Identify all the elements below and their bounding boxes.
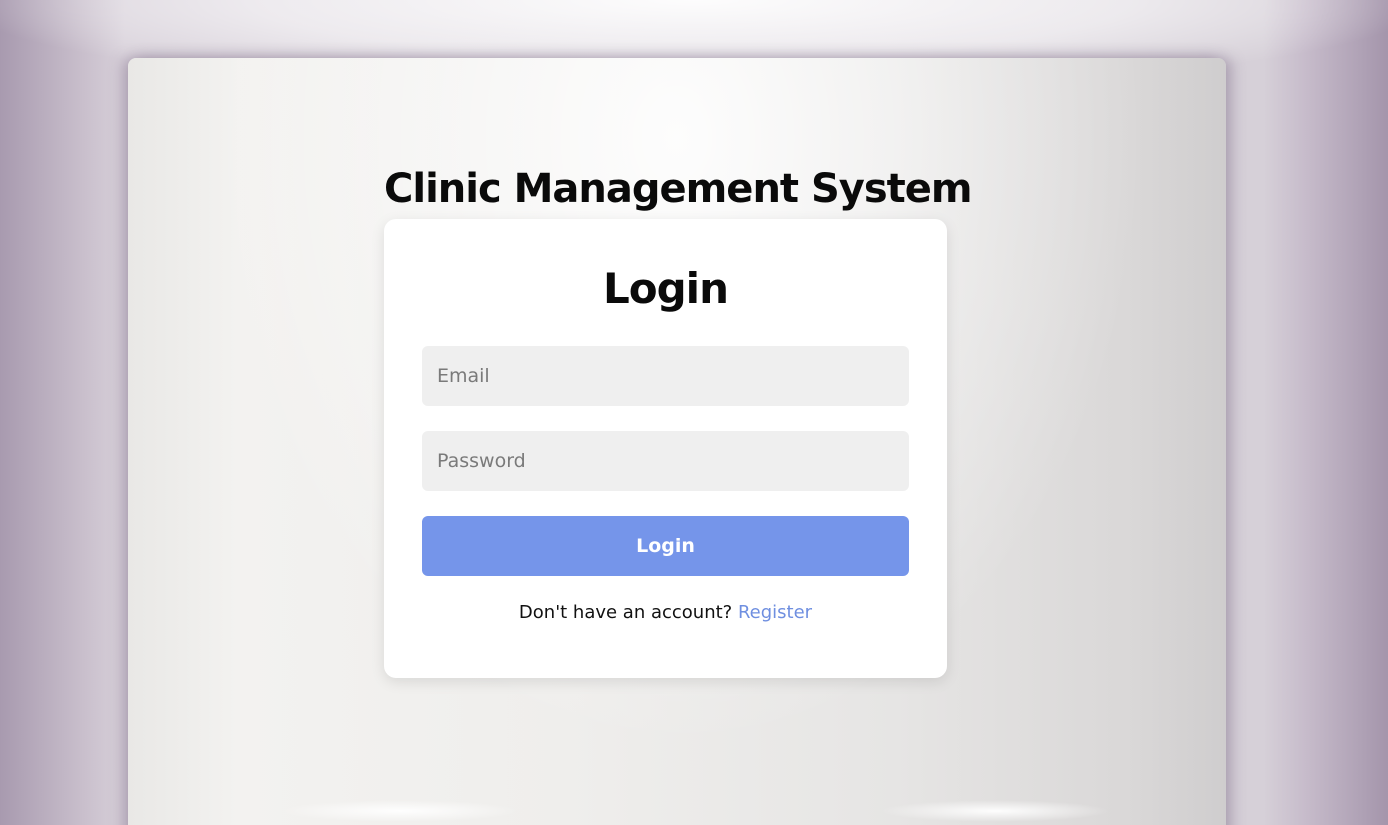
register-prompt-text: Don't have an account?	[518, 602, 733, 623]
register-prompt-line: Don't have an account? Register	[384, 602, 947, 623]
login-button[interactable]: Login	[422, 516, 909, 576]
register-link[interactable]: Register	[738, 602, 812, 623]
app-title: Clinic Management System	[384, 166, 973, 212]
login-card: Login Login Don't have an account? Regis…	[384, 219, 947, 678]
email-field[interactable]	[422, 346, 909, 406]
login-heading: Login	[603, 264, 729, 313]
page-background: Clinic Management System Login Login Don…	[0, 0, 1388, 825]
password-field[interactable]	[422, 431, 909, 491]
floor-light-left	[280, 800, 520, 822]
floor-light-right	[880, 800, 1110, 822]
